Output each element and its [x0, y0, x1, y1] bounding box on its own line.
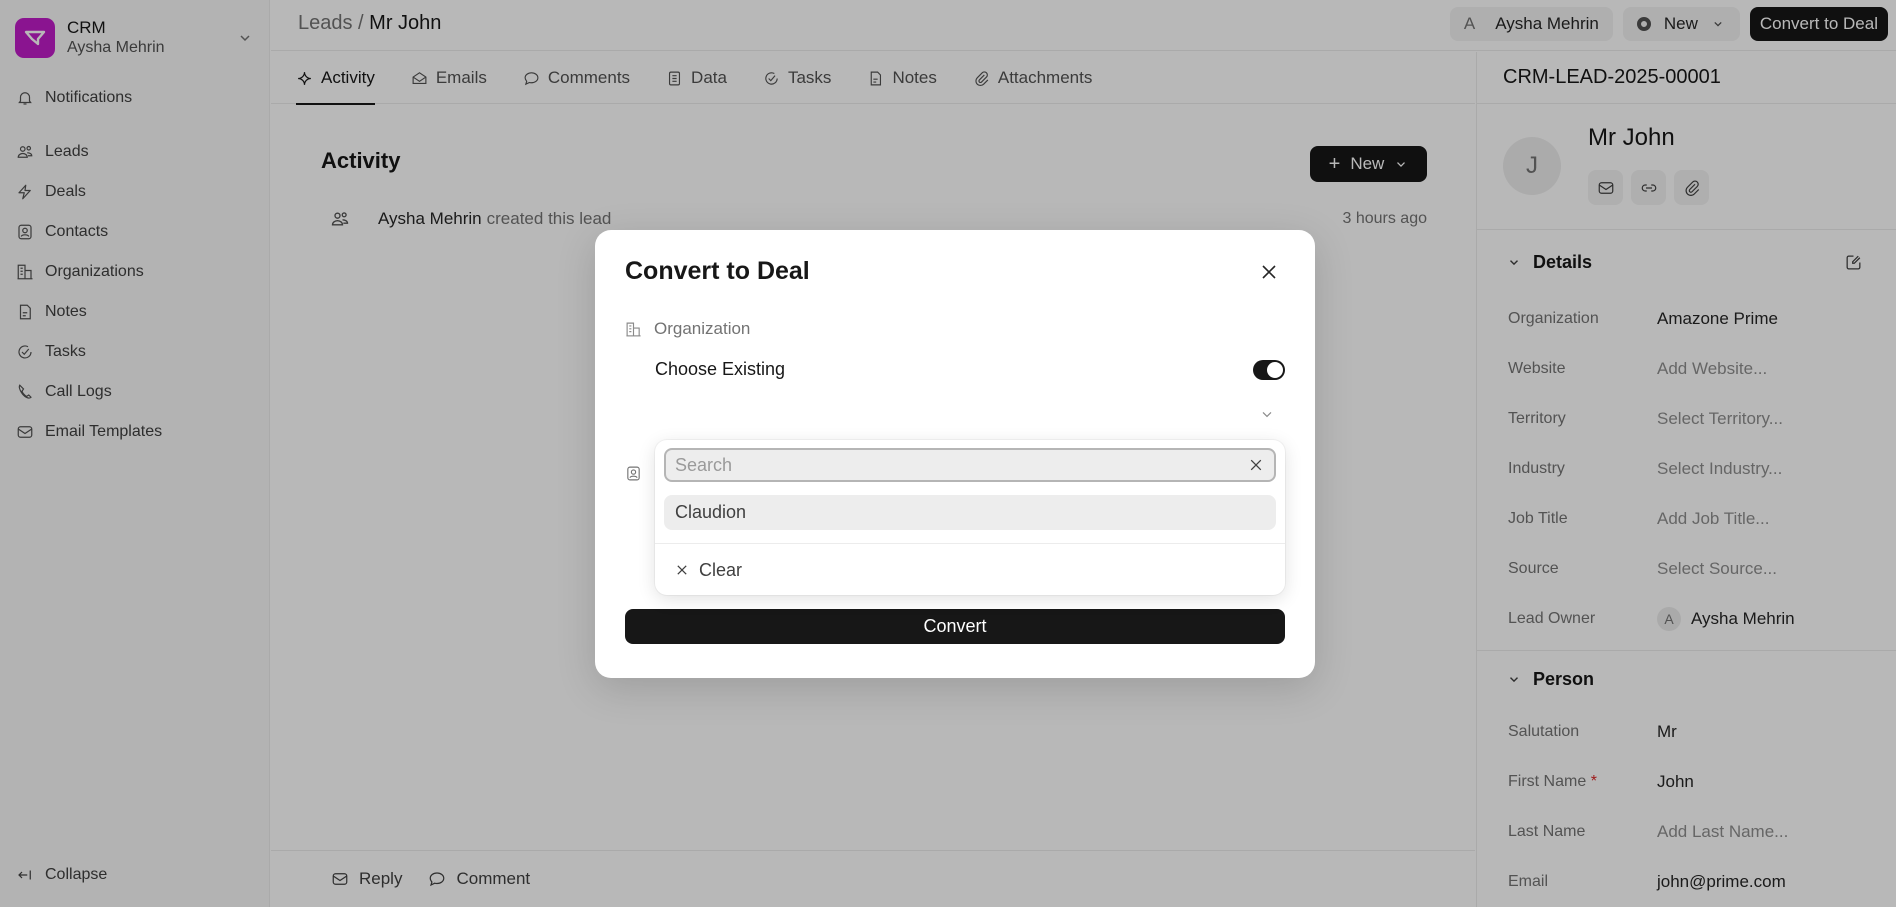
contact-card-icon	[627, 466, 640, 481]
crm-app: CRM Aysha Mehrin Notifications Leads Dea…	[0, 0, 1896, 907]
organization-section-label: Organization	[625, 319, 750, 339]
organization-label: Organization	[654, 319, 751, 338]
close-icon[interactable]	[1259, 262, 1279, 282]
search-input[interactable]	[675, 454, 1248, 476]
dropdown-divider	[655, 543, 1285, 544]
chevron-down-icon[interactable]	[1259, 406, 1275, 422]
dropdown-search-field[interactable]	[664, 448, 1276, 482]
building-icon	[626, 322, 641, 336]
convert-button[interactable]: Convert	[625, 609, 1285, 644]
dropdown-option-claudion[interactable]: Claudion	[664, 495, 1276, 530]
close-icon	[677, 565, 687, 575]
clear-label: Clear	[699, 559, 743, 580]
choose-existing-toggle[interactable]	[1253, 360, 1285, 380]
choose-existing-label: Choose Existing	[655, 359, 786, 379]
dialog-title: Convert to Deal	[625, 257, 810, 285]
organization-dropdown: Claudion Clear	[655, 440, 1285, 595]
toggle-knob	[1267, 362, 1283, 378]
clear-search-icon[interactable]	[1248, 457, 1264, 473]
clear-selection-button[interactable]: Clear	[675, 556, 742, 584]
